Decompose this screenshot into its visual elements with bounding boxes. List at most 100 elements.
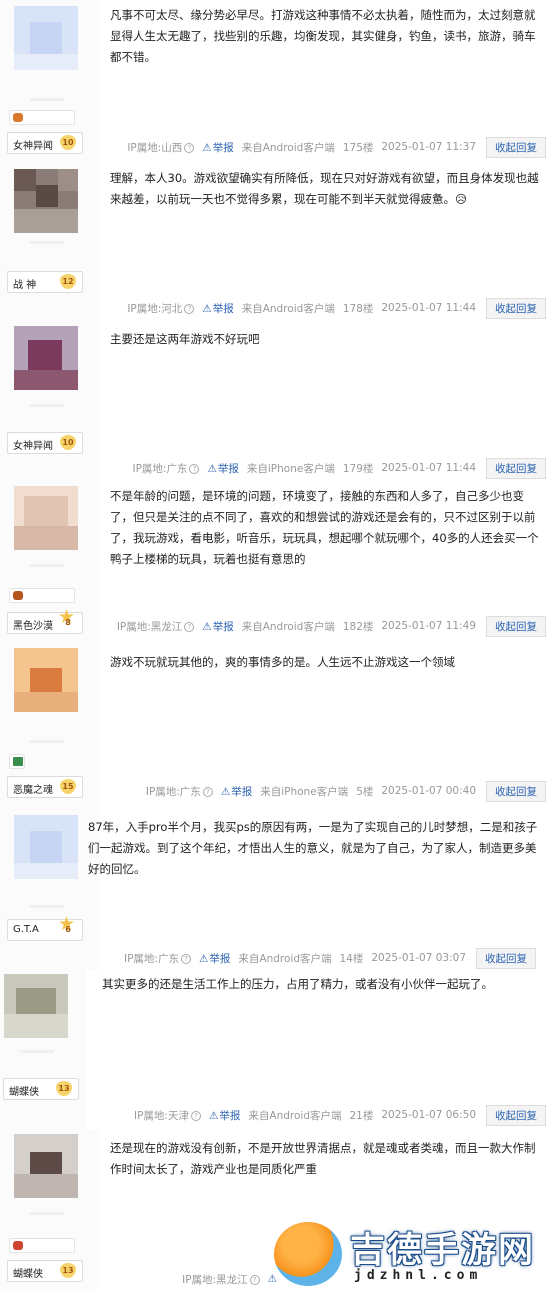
ip-location: IP属地:广东? [146, 784, 213, 799]
post-182: 黑色沙漠 8 不是年龄的问题，是环境的问题，环境变了，接触的东西和人多了，自己多… [0, 480, 550, 640]
avatar[interactable] [14, 486, 78, 550]
username-box[interactable]: 蝴蝶侠 13 [7, 1260, 83, 1282]
emblem-icon [13, 1241, 23, 1250]
username[interactable]: 黑色沙漠 [13, 617, 53, 632]
ip-location: IP属地:山西? [127, 140, 195, 155]
post-time: 2025-01-07 11:44 [381, 462, 476, 474]
help-icon[interactable]: ? [184, 303, 195, 314]
help-icon[interactable]: ? [190, 1110, 201, 1121]
ip-location: IP属地:河北? [127, 301, 195, 316]
emblem-icon [13, 113, 23, 122]
emblem-icon [13, 591, 23, 600]
client-source: 来自Android客户端 [248, 1109, 342, 1122]
collapse-reply-button[interactable]: 收起回复 [486, 615, 546, 637]
post-content: 凡事不可太尽、缘分势必早尽。打游戏这种事情不必太执着，随性而为，太过刻意就显得人… [110, 8, 536, 64]
username-box[interactable]: 战 神 12 [7, 271, 83, 293]
user-icons [9, 110, 75, 125]
report-link[interactable]: ⚠举报 [199, 951, 230, 966]
watermark-url: jdzhnl.com [354, 1268, 483, 1283]
username[interactable]: 战 神 [13, 276, 36, 291]
username[interactable]: 女神异闻 [13, 437, 53, 452]
username-box[interactable]: 女神异闻 10 [7, 432, 83, 454]
watermark-title: 吉德手游网 [350, 1231, 536, 1271]
avatar[interactable] [4, 974, 68, 1038]
avatar[interactable] [14, 169, 78, 233]
avatar[interactable] [14, 815, 78, 879]
post-content: 主要还是这两年游戏不好玩吧 [110, 332, 260, 346]
warning-icon: ⚠ [202, 141, 212, 154]
post-5: 恶魔之魂 15 游戏不玩就玩其他的，爽的事情多的是。人生远不止游戏这一个领域 I… [0, 640, 550, 805]
warning-icon: ⚠ [220, 785, 231, 798]
floor-number: 175楼 [342, 141, 374, 154]
level-badge-icon: 6 [58, 917, 76, 937]
username-box[interactable]: 黑色沙漠 8 [7, 610, 83, 634]
avatar[interactable] [14, 648, 78, 712]
username[interactable]: 蝴蝶侠 [13, 1265, 43, 1280]
post-meta: IP属地:广东? ⚠举报 来自iPhone客户端 179楼 2025-01-07… [124, 457, 546, 479]
collapse-reply-button[interactable]: 收起回复 [486, 457, 546, 479]
warning-icon: ⚠ [198, 952, 209, 965]
level-badge-icon: 10 [60, 435, 76, 450]
username[interactable]: 女神异闻 [13, 137, 53, 152]
warning-icon: ⚠ [207, 462, 217, 475]
report-link[interactable]: ⚠举报 [207, 461, 238, 476]
help-icon[interactable]: ? [184, 142, 195, 153]
client-source: 来自Android客户端 [238, 952, 332, 965]
avatar[interactable] [14, 326, 78, 390]
report-link[interactable]: ⚠举报 [209, 1108, 240, 1123]
client-source: 来自Android客户端 [241, 141, 335, 154]
ip-location: IP属地:黑龙江? [117, 619, 195, 634]
post-meta: IP属地:广东? ⚠举报 来自Android客户端 14楼 2025-01-07… [116, 947, 536, 969]
post-175: 女神异闻 10 凡事不可太尽、缘分势必早尽。打游戏这种事情不必太执着，随性而为，… [0, 0, 550, 163]
collapse-reply-button[interactable]: 收起回复 [486, 780, 546, 802]
level-badge-icon: 12 [60, 274, 76, 289]
report-link[interactable]: ⚠举报 [202, 140, 233, 155]
level-badge-icon: 10 [60, 135, 76, 150]
report-link[interactable]: ⚠举报 [221, 784, 252, 799]
help-icon[interactable]: ? [180, 953, 191, 964]
username[interactable]: 蝴蝶侠 [9, 1083, 39, 1098]
post-content: 87年，入手pro半个月，我买ps的原因有两，一是为了实现自己的儿时梦想，二是和… [88, 820, 538, 876]
username-box[interactable]: G.T.A 6 [7, 917, 83, 941]
post-content: 理解，本人30。游戏欲望确实有所降低，现在只对好游戏有欲望，而且身体发现也越来越… [110, 171, 539, 206]
client-source: 来自Android客户端 [241, 302, 335, 315]
warning-icon: ⚠ [208, 1109, 219, 1122]
user-icons [9, 1238, 75, 1253]
post-meta: IP属地:山西? ⚠举报 来自Android客户端 175楼 2025-01-0… [119, 136, 546, 158]
help-icon[interactable]: ? [184, 621, 195, 632]
post-time: 2025-01-07 11:49 [381, 620, 476, 632]
post-content: 其实更多的还是生活工作上的压力，占用了精力，或者没有小伙伴一起玩了。 [102, 977, 493, 991]
avatar[interactable] [14, 6, 78, 70]
post-time: 2025-01-07 11:37 [381, 141, 476, 153]
floor-number: 21楼 [349, 1109, 374, 1122]
warning-icon: ⚠ [202, 620, 212, 633]
level-badge-icon: 15 [60, 779, 76, 794]
username-box[interactable]: 恶魔之魂 15 [7, 776, 83, 798]
client-source: 来自Android客户端 [241, 620, 335, 633]
collapse-reply-button[interactable]: 收起回复 [486, 136, 546, 158]
post-content: 不是年龄的问题，是环境的问题，环境变了，接触的东西和人多了，自己多少也变了，但只… [110, 489, 539, 566]
client-source: 来自iPhone客户端 [260, 785, 349, 798]
emblem-icon [13, 757, 23, 766]
collapse-reply-button[interactable]: 收起回复 [486, 1104, 546, 1126]
help-icon[interactable]: ? [202, 786, 213, 797]
username-box[interactable]: 女神异闻 10 [7, 132, 83, 154]
username-box[interactable]: 蝴蝶侠 13 [3, 1078, 79, 1100]
username[interactable]: 恶魔之魂 [13, 781, 53, 796]
ip-location: IP属地:广东? [132, 461, 200, 476]
avatar[interactable] [14, 1134, 78, 1198]
flame-logo-icon [274, 1222, 342, 1286]
help-icon[interactable]: ? [249, 1274, 260, 1285]
floor-number: 14楼 [339, 952, 364, 965]
report-link[interactable]: ⚠举报 [202, 619, 233, 634]
level-badge-icon: 13 [60, 1263, 76, 1278]
help-icon[interactable]: ? [189, 463, 200, 474]
collapse-reply-button[interactable]: 收起回复 [486, 297, 546, 319]
post-content: 还是现在的游戏没有创新，不是开放世界清据点，就是魂或者类魂，而且一款大作制作时间… [110, 1141, 536, 1176]
post-meta: IP属地:河北? ⚠举报 来自Android客户端 178楼 2025-01-0… [119, 297, 546, 319]
floor-number: 5楼 [356, 785, 374, 798]
username[interactable]: G.T.A [13, 924, 39, 935]
collapse-reply-button[interactable]: 收起回复 [476, 947, 536, 969]
report-link[interactable]: ⚠举报 [202, 301, 233, 316]
warning-icon: ⚠ [202, 302, 212, 315]
